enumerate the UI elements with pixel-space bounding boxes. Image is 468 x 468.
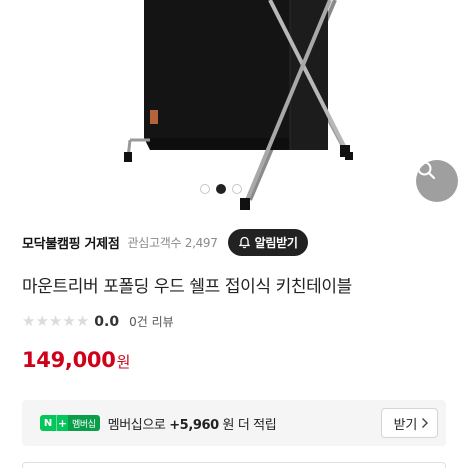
product-image	[124, 0, 353, 210]
star-icon: ★	[48, 312, 63, 330]
naver-n-icon: N	[40, 415, 56, 431]
price-value: 149,000	[22, 348, 116, 372]
store-info-row: 모닥불캠핑 거제점 관심고객수 2,497 알림받기	[22, 228, 452, 256]
star-rating: ★ ★ ★ ★ ★	[22, 314, 89, 329]
naver-membership-badge: N + 멤버십	[40, 415, 100, 431]
carousel-indicator	[200, 184, 242, 194]
price: 149,000 원	[22, 348, 130, 372]
product-title: 마운트리버 포폴딩 우드 쉘프 접이식 키친테이블	[22, 277, 352, 297]
membership-text-suffix: 원 더 적립	[222, 417, 277, 433]
membership-badge-label: 멤버십	[68, 415, 100, 431]
membership-text-prefix: 멤버십으로	[107, 417, 166, 433]
review-count[interactable]: 0건 리뷰	[129, 313, 174, 330]
store-name[interactable]: 모닥불캠핑 거제점	[22, 233, 120, 252]
star-icon: ★	[75, 312, 90, 330]
receive-button-label: 받기	[393, 417, 418, 433]
membership-points-value: +5,960	[169, 417, 219, 433]
carousel-dot-active[interactable]	[216, 184, 226, 194]
chevron-right-icon	[422, 418, 428, 428]
membership-points-banner: N + 멤버십 멤버십으로 +5,960 원 더 적립 받기	[22, 400, 446, 446]
next-section-edge	[22, 462, 446, 468]
price-currency: 원	[116, 353, 131, 371]
magnifier-icon	[417, 161, 436, 180]
star-icon: ★	[62, 312, 76, 330]
bell-plus-icon	[238, 236, 250, 248]
rating-row[interactable]: ★ ★ ★ ★ ★ 0.0 0건 리뷰	[22, 313, 174, 330]
favorite-customer-count: 관심고객수 2,497	[127, 235, 218, 250]
product-image-area[interactable]	[0, 0, 468, 212]
carousel-dot[interactable]	[232, 184, 242, 194]
rating-value: 0.0	[94, 313, 120, 330]
receive-points-button[interactable]: 받기	[380, 408, 438, 438]
carousel-dot[interactable]	[200, 184, 210, 194]
zoom-button[interactable]	[416, 160, 458, 202]
plus-icon: +	[56, 415, 68, 431]
membership-points-text: 멤버십으로 +5,960 원 더 적립	[108, 414, 277, 433]
alarm-subscribe-button[interactable]: 알림받기	[227, 228, 308, 256]
star-icon: ★	[22, 312, 36, 330]
star-icon: ★	[35, 312, 49, 330]
alarm-button-label: 알림받기	[254, 235, 298, 250]
